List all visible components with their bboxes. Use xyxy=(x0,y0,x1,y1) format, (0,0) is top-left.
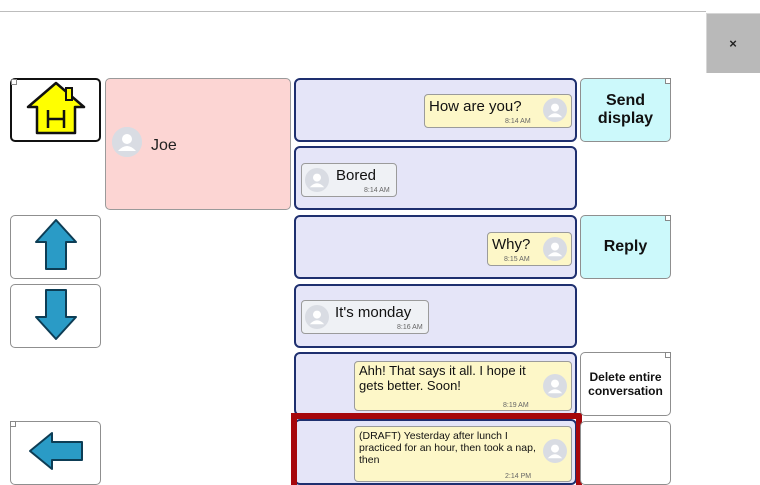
tile-corner-marker xyxy=(665,78,671,84)
contact-name: Joe xyxy=(151,137,177,154)
tile-corner-marker xyxy=(665,215,671,221)
message-text: Why? xyxy=(492,236,531,253)
delete-conversation-label: Delete entire conversation xyxy=(588,369,663,398)
up-arrow-icon xyxy=(33,217,79,278)
send-display-label: Send display xyxy=(597,92,654,127)
avatar-icon xyxy=(305,168,329,197)
avatar-icon xyxy=(543,237,567,266)
message-bubble: It's monday 8:16 AM xyxy=(301,300,429,334)
scroll-up-button[interactable] xyxy=(10,215,101,279)
message-bubble: Ahh! That says it all. I hope it gets be… xyxy=(354,361,572,411)
message-bubble: Bored 8:14 AM xyxy=(301,163,397,197)
house-icon xyxy=(25,80,87,141)
tile-corner-marker xyxy=(11,79,17,85)
message-row[interactable]: Why? 8:15 AM xyxy=(294,215,577,279)
messaging-screen: × Joe How are you? 8:14 AM Bored 8:14 AM… xyxy=(0,0,760,485)
back-button[interactable] xyxy=(10,421,101,485)
reply-label: Reply xyxy=(603,238,648,255)
left-arrow-icon xyxy=(26,429,86,478)
message-time: 8:14 AM xyxy=(505,118,531,125)
avatar-icon xyxy=(112,127,142,157)
tile-corner-marker xyxy=(665,352,671,358)
message-text: How are you? xyxy=(429,98,522,115)
close-icon: × xyxy=(729,35,737,51)
avatar-icon xyxy=(305,305,329,334)
avatar-icon xyxy=(543,374,567,403)
message-bubble: How are you? 8:14 AM xyxy=(424,94,572,128)
message-text: It's monday xyxy=(335,304,412,321)
message-time: 8:14 AM xyxy=(364,187,390,194)
message-time: 8:19 AM xyxy=(503,402,529,409)
message-time: 8:16 AM xyxy=(397,324,423,331)
reply-button[interactable]: Reply xyxy=(580,215,671,279)
home-button[interactable] xyxy=(10,78,101,142)
send-display-button[interactable]: Send display xyxy=(580,78,671,142)
draft-selection-highlight xyxy=(291,413,582,485)
top-divider xyxy=(0,11,706,12)
avatar-icon xyxy=(543,98,567,127)
delete-conversation-button[interactable]: Delete entire conversation xyxy=(580,352,671,416)
message-row[interactable]: Bored 8:14 AM xyxy=(294,146,577,210)
message-row[interactable]: It's monday 8:16 AM xyxy=(294,284,577,348)
message-time: 8:15 AM xyxy=(504,256,530,263)
empty-action-tile xyxy=(580,421,671,485)
contact-tile[interactable]: Joe xyxy=(105,78,291,210)
tile-corner-marker xyxy=(10,421,16,427)
scroll-down-button[interactable] xyxy=(10,284,101,348)
message-text: Bored xyxy=(336,167,377,184)
message-row[interactable]: Ahh! That says it all. I hope it gets be… xyxy=(294,352,577,416)
message-row[interactable]: How are you? 8:14 AM xyxy=(294,78,577,142)
down-arrow-icon xyxy=(33,286,79,347)
message-bubble: Why? 8:15 AM xyxy=(487,232,572,266)
close-button[interactable]: × xyxy=(706,13,760,73)
message-text: Ahh! That says it all. I hope it gets be… xyxy=(359,363,526,393)
